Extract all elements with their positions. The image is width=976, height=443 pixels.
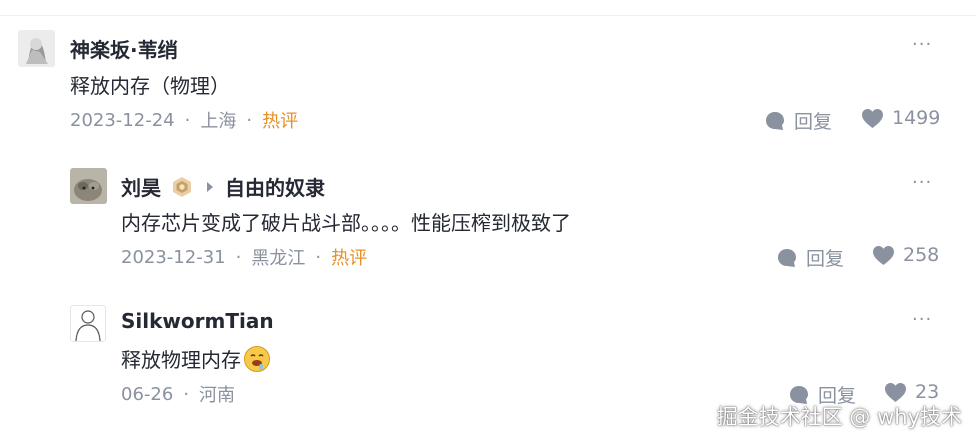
avatar[interactable]: [70, 168, 107, 204]
hot-badge: 热评: [331, 248, 368, 269]
comment-date: 2023-12-31: [121, 246, 226, 268]
reply-label: 回复: [806, 248, 845, 270]
comment-meta: 2023-12-31 · 黑龙江 · 热评: [121, 244, 367, 270]
level-badge-icon: [173, 176, 191, 197]
avatar[interactable]: [70, 305, 106, 342]
heart-icon: [862, 108, 883, 128]
comment-location: 上海: [200, 111, 237, 132]
heart-icon: [885, 382, 906, 402]
more-options-icon[interactable]: ···: [912, 309, 932, 330]
like-button[interactable]: 23: [884, 381, 939, 403]
separator: ·: [246, 109, 253, 131]
separator: ·: [235, 246, 242, 268]
avatar-illustration-icon: [18, 30, 55, 67]
reply-to-author[interactable]: 自由的奴隶: [225, 172, 325, 201]
comment-location: 河南: [199, 385, 236, 406]
avatar-cat-icon: [70, 168, 107, 204]
reply-to-arrow-icon: [207, 181, 213, 192]
avatar-person-outline-icon: [75, 310, 101, 341]
comment-author[interactable]: 神楽坂·苇绡: [70, 34, 178, 63]
comment-content: 释放内存（物理）: [70, 74, 230, 98]
comment-author[interactable]: SilkwormTian: [121, 309, 274, 333]
comment-bubble-icon: [778, 248, 796, 267]
separator: ·: [184, 109, 191, 131]
comment-content: 内存芯片变成了破片战斗部。。。。性能压榨到极致了: [121, 211, 571, 235]
reply-header: 刘昊 自由的奴隶: [121, 172, 325, 201]
like-count: 1499: [892, 107, 941, 129]
reply-button[interactable]: 回复: [776, 244, 844, 271]
comment-content: 释放物理内存: [121, 344, 271, 373]
comment-date: 06-26: [121, 383, 174, 405]
top-divider: [0, 0, 976, 16]
comment-location: 黑龙江: [251, 248, 306, 269]
comment-bubble-icon: [766, 111, 784, 130]
more-options-icon[interactable]: ···: [912, 172, 932, 193]
heart-icon: [873, 245, 894, 265]
avatar[interactable]: [18, 30, 55, 67]
like-button[interactable]: 1499: [861, 107, 940, 129]
comment-meta: 06-26 · 河南: [121, 381, 235, 407]
reply-label: 回复: [794, 111, 833, 133]
comment-date: 2023-12-24: [70, 109, 175, 131]
hot-badge: 热评: [262, 111, 299, 132]
separator: ·: [183, 383, 190, 405]
comment-meta: 2023-12-24 · 上海 · 热评: [70, 107, 298, 133]
comment-text: 释放物理内存: [121, 348, 241, 372]
reply-button[interactable]: 回复: [764, 107, 832, 134]
like-count: 23: [915, 381, 940, 403]
watermark: 掘金技术社区 @ why技术: [716, 405, 962, 429]
comment-author[interactable]: 刘昊: [121, 172, 161, 201]
separator: ·: [315, 246, 322, 268]
drooling-emoji-icon: [244, 345, 270, 372]
more-options-icon[interactable]: ···: [912, 34, 932, 55]
like-count: 258: [903, 244, 940, 266]
like-button[interactable]: 258: [872, 244, 939, 266]
